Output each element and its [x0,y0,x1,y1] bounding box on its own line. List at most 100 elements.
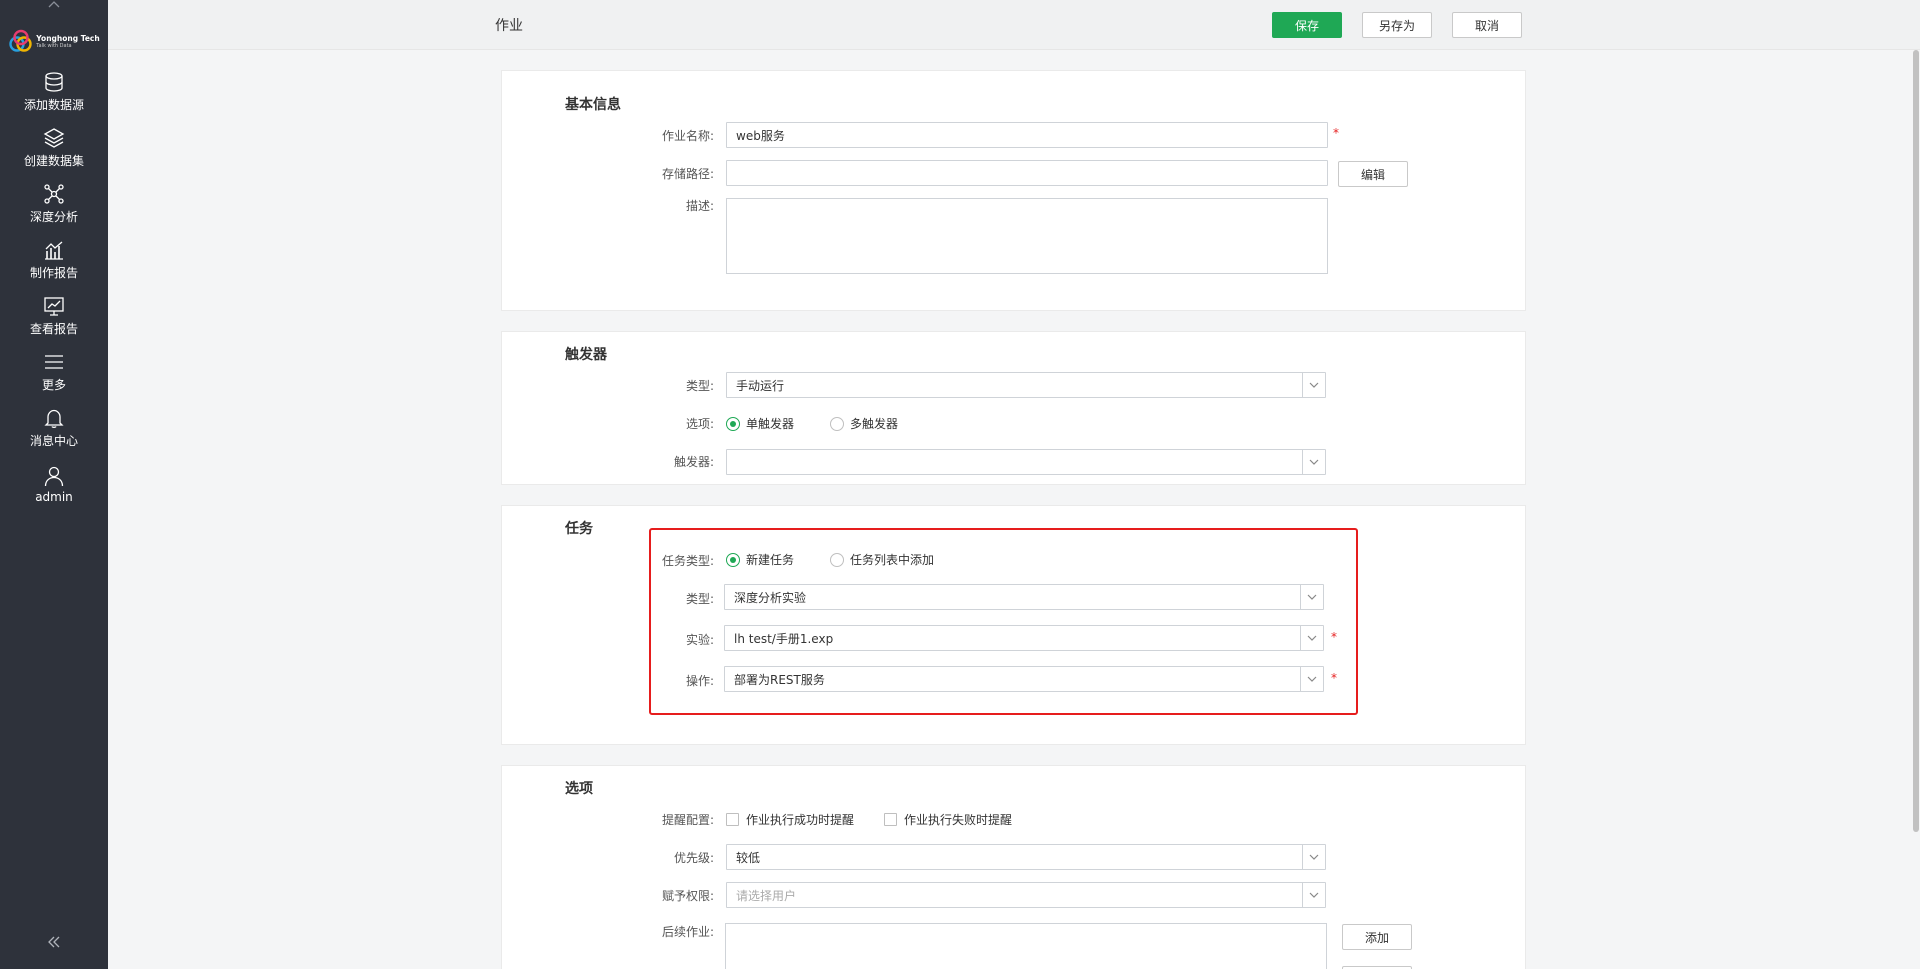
storage-path-label: 存储路径: [661,167,714,181]
section-title-task: 任务 [565,521,593,537]
options-card: 选项 提醒配置: 作业执行成功时提醒 作业执行失败时提醒 优先级: 较低 赋予权… [501,765,1526,969]
operation-label: 操作: [685,674,714,688]
operation-select[interactable]: 部署为REST服务 [724,666,1324,692]
radio-multi-trigger[interactable]: 多触发器 [830,415,898,432]
job-name-label: 作业名称: [661,129,714,143]
section-title-options: 选项 [565,781,593,797]
cancel-button[interactable]: 取消 [1452,12,1522,38]
nav-item-create-dataset[interactable]: 创建数据集 [0,122,108,174]
layers-icon [43,128,65,148]
task-kind-label: 类型: [685,592,714,606]
priority-value: 较低 [736,850,761,865]
nav-item-deep-analysis[interactable]: 深度分析 [0,178,108,230]
basic-info-card: 基本信息 作业名称: web服务 * 存储路径: 编辑 描述: [501,70,1526,311]
edit-path-button[interactable]: 编辑 [1338,161,1408,187]
checkbox-unchecked-icon [726,813,739,826]
save-button[interactable]: 保存 [1272,12,1342,38]
alert-config-label: 提醒配置: [661,813,714,827]
priority-select[interactable]: 较低 [726,844,1326,870]
checkbox-unchecked-icon [884,813,897,826]
user-icon [44,466,64,486]
priority-label: 优先级: [673,851,714,865]
trigger-option-label: 选项: [685,417,714,431]
section-title-basic: 基本信息 [565,97,621,113]
trigger-select[interactable] [726,449,1326,475]
trigger-type-select[interactable]: 手动运行 [726,372,1326,398]
radio-add-from-task-list[interactable]: 任务列表中添加 [830,551,934,568]
chevron-down-icon [1302,845,1325,869]
nav-label: admin [35,489,73,504]
operation-value: 部署为REST服务 [734,672,825,687]
description-label: 描述: [685,199,714,213]
menu-icon [45,355,63,369]
radio-single-trigger[interactable]: 单触发器 [726,415,794,432]
experiment-select[interactable]: lh test/手册1.exp [724,625,1324,651]
experiment-label: 实验: [685,633,714,647]
bell-icon [44,409,64,428]
nav-item-more[interactable]: 更多 [0,346,108,398]
trigger-type-value: 手动运行 [736,378,785,393]
radio-new-task[interactable]: 新建任务 [726,551,794,568]
required-mark: * [1333,126,1339,140]
logo-name: Yonghong Tech [36,33,100,43]
permission-label: 赋予权限: [661,889,714,903]
radio-unchecked-icon [830,552,844,567]
scroll-up-icon[interactable] [0,0,108,12]
nav-label: 添加数据源 [23,98,84,112]
chevron-down-icon [1302,883,1325,907]
logo: Yonghong Tech Talk with Data [0,22,108,62]
save-as-button[interactable]: 另存为 [1362,12,1432,38]
checkbox-alert-success[interactable]: 作业执行成功时提醒 [726,811,854,828]
nav-item-add-datasource[interactable]: 添加数据源 [0,66,108,118]
storage-path-input[interactable] [726,160,1328,186]
sidebar: Yonghong Tech Talk with Data 添加数据源 创建数据集… [0,0,108,969]
chevron-down-icon [1302,373,1325,397]
permission-select[interactable]: 请选择用户 [726,882,1326,908]
header: 作业 保存 另存为 取消 [108,0,1920,50]
radio-label: 任务列表中添加 [850,553,935,567]
radio-checked-icon [726,416,740,431]
permission-placeholder: 请选择用户 [736,888,797,903]
radio-label: 多触发器 [850,417,899,431]
monitor-chart-icon [44,297,64,316]
network-icon [44,184,64,204]
experiment-value: lh test/手册1.exp [734,631,834,646]
checkbox-label: 作业执行成功时提醒 [746,813,855,827]
task-type-label: 任务类型: [661,554,714,568]
task-card: 任务 任务类型: 新建任务 任务列表中添加 类型: 深度分析实验 实验: lh … [501,505,1526,745]
bar-chart-icon [45,241,63,260]
trigger-card: 触发器 类型: 手动运行 选项: 单触发器 多触发器 触发器: [501,331,1526,485]
nav-label: 查看报告 [29,322,78,336]
task-kind-select[interactable]: 深度分析实验 [724,584,1324,610]
required-mark: * [1331,630,1337,644]
required-mark: * [1331,671,1337,685]
double-chevron-left-icon [48,936,60,948]
task-kind-value: 深度分析实验 [734,590,807,605]
chevron-down-icon [1300,667,1323,691]
add-followup-button[interactable]: 添加 [1342,924,1412,950]
nav-label: 深度分析 [29,210,78,224]
section-title-trigger: 触发器 [565,347,607,363]
nav-label: 消息中心 [29,434,78,448]
followup-job-label: 后续作业: [661,925,714,939]
radio-label: 新建任务 [746,553,795,567]
description-textarea[interactable] [726,198,1328,274]
radio-unchecked-icon [830,416,844,431]
chevron-down-icon [1300,626,1323,650]
followup-job-list[interactable] [725,923,1327,969]
nav-label: 更多 [41,378,66,392]
checkbox-alert-failure[interactable]: 作业执行失败时提醒 [884,811,1012,828]
job-name-input[interactable]: web服务 [726,122,1328,148]
logo-slogan: Talk with Data [36,43,72,50]
chevron-down-icon [1302,450,1325,474]
collapse-sidebar-button[interactable] [0,930,108,954]
radio-label: 单触发器 [746,417,795,431]
nav-item-view-report[interactable]: 查看报告 [0,290,108,342]
trigger-label: 触发器: [673,455,714,469]
nav-item-messages[interactable]: 消息中心 [0,402,108,454]
nav-item-make-report[interactable]: 制作报告 [0,234,108,286]
scrollbar-thumb[interactable] [1913,50,1919,832]
nav-item-user[interactable]: admin [0,458,108,510]
checkbox-label: 作业执行失败时提醒 [904,813,1013,827]
chevron-down-icon [1300,585,1323,609]
